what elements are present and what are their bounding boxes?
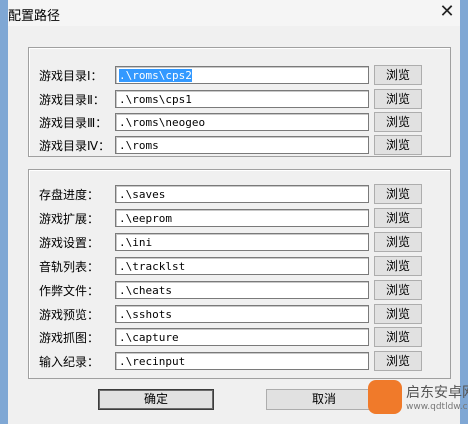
rom-dir-label: 游戏目录Ⅱ：: [39, 93, 105, 107]
rom-dir-2-field[interactable]: .\roms\cps1: [115, 90, 369, 108]
browse-button[interactable]: 浏览: [374, 280, 422, 300]
rom-dir-1-value: .\roms\cps2: [119, 69, 192, 82]
path-row-saves: 存盘进度： .\saves 浏览: [29, 184, 450, 205]
path-row-recinput: 输入纪录： .\recinput 浏览: [29, 351, 450, 372]
cheats-path-field[interactable]: .\cheats: [115, 281, 369, 299]
window-frame-right: [460, 0, 468, 424]
rom-directories-group: 游戏目录Ⅰ： .\roms\cps2 浏览 游戏目录Ⅱ： .\roms\cps1…: [28, 47, 451, 157]
capture-path-field[interactable]: .\capture: [115, 328, 369, 346]
title-bar[interactable]: 配置路径 ✕: [8, 0, 460, 26]
window-frame-left: [0, 0, 8, 424]
close-icon[interactable]: ✕: [436, 1, 458, 23]
eeprom-path-field[interactable]: .\eeprom: [115, 209, 369, 227]
path-label: 游戏抓图：: [39, 331, 100, 345]
rom-dir-label: 游戏目录Ⅰ：: [39, 69, 103, 83]
path-row-capture: 游戏抓图： .\capture 浏览: [29, 327, 450, 348]
watermark-logo-icon: [368, 380, 402, 414]
browse-button[interactable]: 浏览: [374, 112, 422, 132]
ini-path-field[interactable]: .\ini: [115, 233, 369, 251]
dialog-body: 游戏目录Ⅰ： .\roms\cps2 浏览 游戏目录Ⅱ： .\roms\cps1…: [8, 26, 460, 424]
watermark-name: 启东安卓网: [406, 385, 468, 401]
path-row-eeprom: 游戏扩展： .\eeprom 浏览: [29, 208, 450, 229]
rom-dir-1-field[interactable]: .\roms\cps2: [115, 66, 369, 84]
browse-button[interactable]: 浏览: [374, 256, 422, 276]
path-label: 输入纪录：: [39, 355, 100, 369]
watermark-url: www.qdtldw.com: [406, 402, 468, 412]
path-row-ini: 游戏设置： .\ini 浏览: [29, 232, 450, 253]
browse-button[interactable]: 浏览: [374, 304, 422, 324]
browse-button[interactable]: 浏览: [374, 327, 422, 347]
browse-button[interactable]: 浏览: [374, 65, 422, 85]
browse-button[interactable]: 浏览: [374, 135, 422, 155]
browse-button[interactable]: 浏览: [374, 232, 422, 252]
rom-dir-label: 游戏目录Ⅳ：: [39, 139, 111, 153]
rom-dir-row-3: 游戏目录Ⅲ： .\roms\neogeo 浏览: [29, 112, 450, 133]
window-title: 配置路径: [8, 9, 61, 24]
path-label: 音轨列表：: [39, 260, 100, 274]
ok-button[interactable]: 确定: [98, 389, 214, 410]
browse-button[interactable]: 浏览: [374, 184, 422, 204]
tracklst-path-field[interactable]: .\tracklst: [115, 257, 369, 275]
browse-button[interactable]: 浏览: [374, 89, 422, 109]
path-label: 游戏设置：: [39, 236, 100, 250]
browse-button[interactable]: 浏览: [374, 351, 422, 371]
recinput-path-field[interactable]: .\recinput: [115, 352, 369, 370]
rom-dir-4-field[interactable]: .\roms: [115, 136, 369, 154]
rom-dir-label: 游戏目录Ⅲ：: [39, 116, 108, 130]
rom-dir-row-2: 游戏目录Ⅱ： .\roms\cps1 浏览: [29, 89, 450, 110]
rom-dir-3-field[interactable]: .\roms\neogeo: [115, 113, 369, 131]
saves-path-field[interactable]: .\saves: [115, 185, 369, 203]
path-label: 游戏扩展：: [39, 212, 100, 226]
browse-button[interactable]: 浏览: [374, 208, 422, 228]
path-label: 游戏预览：: [39, 308, 100, 322]
rom-dir-row-4: 游戏目录Ⅳ： .\roms 浏览: [29, 135, 450, 156]
path-row-sshots: 游戏预览： .\sshots 浏览: [29, 304, 450, 325]
watermark: 启东安卓网 www.qdtldw.com: [360, 376, 468, 424]
other-paths-group: 存盘进度： .\saves 浏览 游戏扩展： .\eeprom 浏览 游戏设置：…: [28, 169, 451, 379]
rom-dir-row-1: 游戏目录Ⅰ： .\roms\cps2 浏览: [29, 65, 450, 86]
sshots-path-field[interactable]: .\sshots: [115, 305, 369, 323]
path-row-cheats: 作弊文件： .\cheats 浏览: [29, 280, 450, 301]
path-row-tracklst: 音轨列表： .\tracklst 浏览: [29, 256, 450, 277]
path-label: 作弊文件：: [39, 284, 100, 298]
path-label: 存盘进度：: [39, 188, 100, 202]
